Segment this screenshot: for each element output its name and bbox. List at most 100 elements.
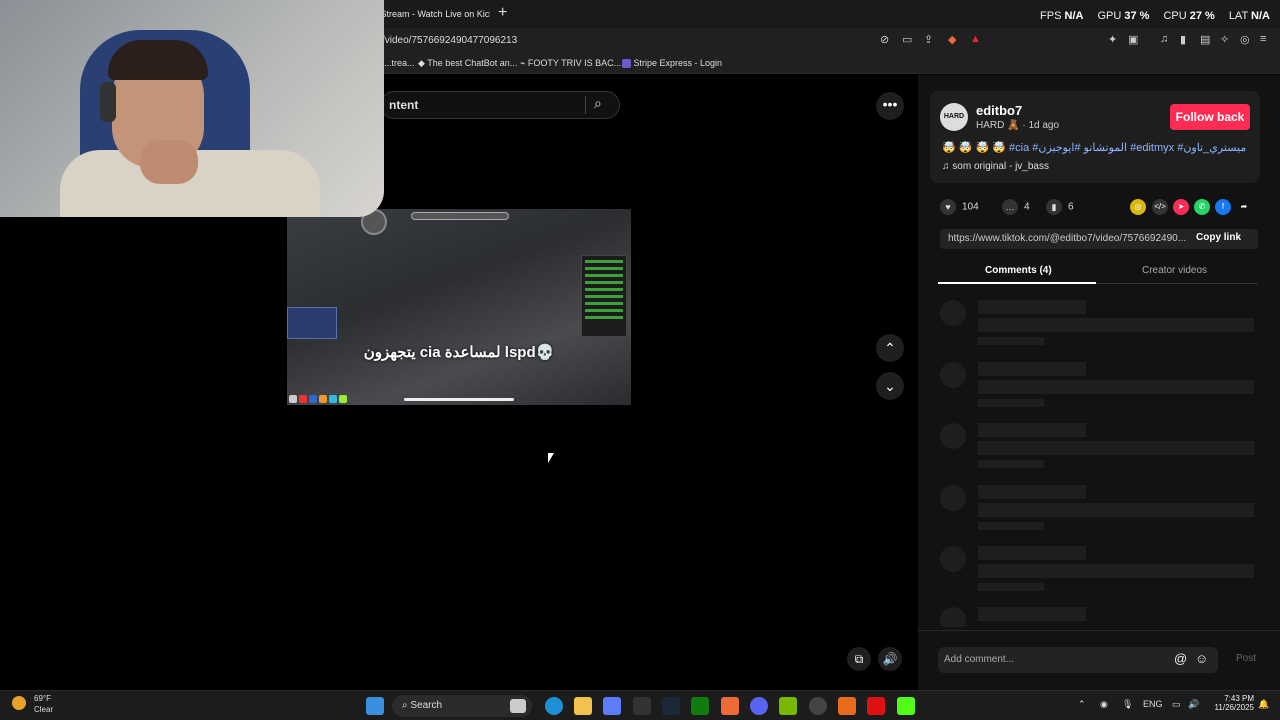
language-indicator[interactable]: ENG	[1143, 699, 1163, 709]
hashtags[interactable]: #cia #الموتشانو #ايوجيزن #editmyx #ميستر…	[1009, 142, 1246, 154]
music-note-icon: ♫	[942, 161, 950, 172]
kick-icon[interactable]	[897, 697, 915, 715]
steam-icon[interactable]	[662, 697, 680, 715]
copy-link-button[interactable]: Copy link	[1196, 232, 1241, 243]
url-input[interactable]: /video/7576692490477096213	[370, 31, 990, 51]
video-player[interactable]: يتجهزون cia لمساعدة lspd💀	[287, 209, 631, 405]
author-card: HARD editbo7 HARD 🧸 · 1d ago Follow back…	[930, 91, 1260, 183]
comment-button[interactable]: … 4	[1002, 199, 1030, 215]
notification-icon[interactable]: 🔔	[1258, 699, 1269, 710]
bookmark-item[interactable]: Stripe Express - Login	[622, 58, 722, 69]
cpu-readout: CPU 27 %	[1163, 10, 1215, 22]
headset-icon	[100, 82, 116, 122]
tab-active-indicator	[938, 282, 1096, 284]
mention-icon[interactable]: @	[1174, 651, 1187, 666]
mouse-cursor	[548, 453, 554, 463]
bookmark-item[interactable]: ◆ The best ChatBot an...	[418, 58, 517, 69]
gpu-readout: GPU 37 %	[1097, 10, 1150, 22]
discord-icon[interactable]	[750, 697, 768, 715]
video-progress-bar[interactable]	[404, 398, 514, 401]
volume-icon[interactable]: 🔊	[878, 647, 902, 671]
embed-icon[interactable]: </>	[1152, 199, 1168, 215]
search-input[interactable]: ntent	[380, 91, 620, 119]
streamer-hand	[140, 140, 198, 184]
streamer-hair	[108, 40, 208, 80]
game-panel-right	[581, 255, 627, 337]
brave-icon[interactable]	[721, 697, 739, 715]
webcam-overlay	[0, 0, 384, 217]
app-icon[interactable]	[809, 697, 827, 715]
music-link[interactable]: ♫ som original - jv_bass	[942, 161, 1049, 172]
comment-skeleton	[940, 485, 1258, 535]
windows-taskbar: 69°F Clear ⌕ Search ⌃ ◉ 🎙 ENG ▭ 🔊 7:43 P…	[0, 690, 1280, 720]
search-icon[interactable]: ⌕	[594, 95, 602, 112]
share-arrow-icon[interactable]: ➦	[1236, 199, 1252, 215]
comment-skeleton	[940, 607, 1258, 627]
facebook-icon[interactable]: f	[1215, 199, 1231, 215]
follow-back-button[interactable]: Follow back	[1170, 104, 1250, 130]
xbox-icon[interactable]	[691, 697, 709, 715]
vpn-icon[interactable]: ◎	[1240, 33, 1250, 46]
game-hud-bar	[411, 212, 509, 220]
bookmark-item[interactable]: ⌁ FOOTY TRIV IS BAC...	[520, 58, 621, 69]
brave-shield-icon[interactable]: ◆	[948, 33, 956, 46]
fps-readout: FPS N/A	[1040, 10, 1084, 22]
video-description: 🤯 🤯 🤯 🤯 #cia #الموتشانو #ايوجيزن #editmy…	[942, 142, 1247, 154]
emoji-icon[interactable]: ☺	[1195, 651, 1208, 666]
like-button[interactable]: ♥ 104	[940, 199, 979, 215]
start-icon[interactable]	[366, 697, 384, 715]
author-subtitle: HARD 🧸 · 1d ago	[976, 120, 1060, 131]
next-video-button[interactable]: ⌄	[876, 372, 904, 400]
repost-icon[interactable]: ◎	[1130, 199, 1146, 215]
tab-creator-videos[interactable]: Creator videos	[1142, 265, 1207, 276]
previous-video-button[interactable]: ⌃	[876, 334, 904, 362]
new-tab-button[interactable]: +	[498, 4, 507, 22]
comment-icon: …	[1002, 199, 1018, 215]
author-name[interactable]: editbo7	[976, 103, 1022, 118]
more-options-button[interactable]: •••	[876, 92, 904, 120]
nvidia-icon[interactable]	[779, 697, 797, 715]
tab-comments[interactable]: Comments (4)	[985, 265, 1052, 276]
mic-icon[interactable]: 🎙	[1122, 699, 1133, 710]
store-icon[interactable]	[603, 697, 621, 715]
bookmark-item[interactable]: ...trea...	[384, 58, 415, 68]
app-icon[interactable]	[867, 697, 885, 715]
no-video-icon[interactable]: ⊘	[880, 33, 889, 46]
pip-icon[interactable]: ⧉	[847, 647, 871, 671]
tab-wallet-icon[interactable]: ▤	[1200, 33, 1210, 46]
comment-composer: Add comment... @ ☺ Post	[918, 630, 1280, 690]
display-icon[interactable]: ▭	[1172, 699, 1181, 710]
bookmark-icon: ▮	[1046, 199, 1062, 215]
terminal-icon[interactable]	[633, 697, 651, 715]
avatar[interactable]: HARD	[940, 103, 968, 131]
performance-overlay: FPS N/A GPU 37 % CPU 27 % LAT N/A	[1040, 10, 1270, 22]
extensions-icon[interactable]: ✦	[1108, 33, 1117, 46]
network-icon[interactable]: ◉	[1100, 699, 1108, 710]
music-icon[interactable]: ♫	[1160, 33, 1168, 45]
comment-skeleton	[940, 423, 1258, 473]
send-icon[interactable]: ➤	[1173, 199, 1189, 215]
file-explorer-icon[interactable]	[574, 697, 592, 715]
leo-icon[interactable]: ✧	[1220, 33, 1229, 46]
lat-readout: LAT N/A	[1228, 10, 1270, 22]
volume-icon[interactable]: 🔊	[1188, 699, 1199, 710]
whatsapp-icon[interactable]: ✆	[1194, 199, 1210, 215]
video-caption: يتجهزون cia لمساعدة lspd💀	[363, 344, 555, 361]
menu-icon[interactable]: ≡	[1260, 33, 1266, 45]
chevron-up-icon[interactable]: ⌃	[1078, 699, 1086, 710]
edge-icon[interactable]	[545, 697, 563, 715]
search-divider	[585, 96, 586, 114]
sidebar-icon[interactable]: ▮	[1180, 33, 1186, 46]
comment-skeleton	[940, 546, 1258, 596]
cast-icon[interactable]: ▭	[902, 33, 912, 46]
post-button[interactable]: Post	[1236, 653, 1256, 664]
search-highlight-icon	[510, 699, 526, 713]
share-icon[interactable]: ⇪	[924, 33, 933, 46]
app-icon[interactable]	[838, 697, 856, 715]
wallet-icon[interactable]: ▣	[1128, 33, 1138, 46]
comment-skeleton	[940, 300, 1258, 350]
weather-icon	[12, 696, 26, 710]
brave-rewards-icon[interactable]: ▲	[970, 33, 981, 45]
system-clock[interactable]: 7:43 PM 11/26/2025	[1206, 694, 1254, 712]
save-button[interactable]: ▮ 6	[1046, 199, 1074, 215]
